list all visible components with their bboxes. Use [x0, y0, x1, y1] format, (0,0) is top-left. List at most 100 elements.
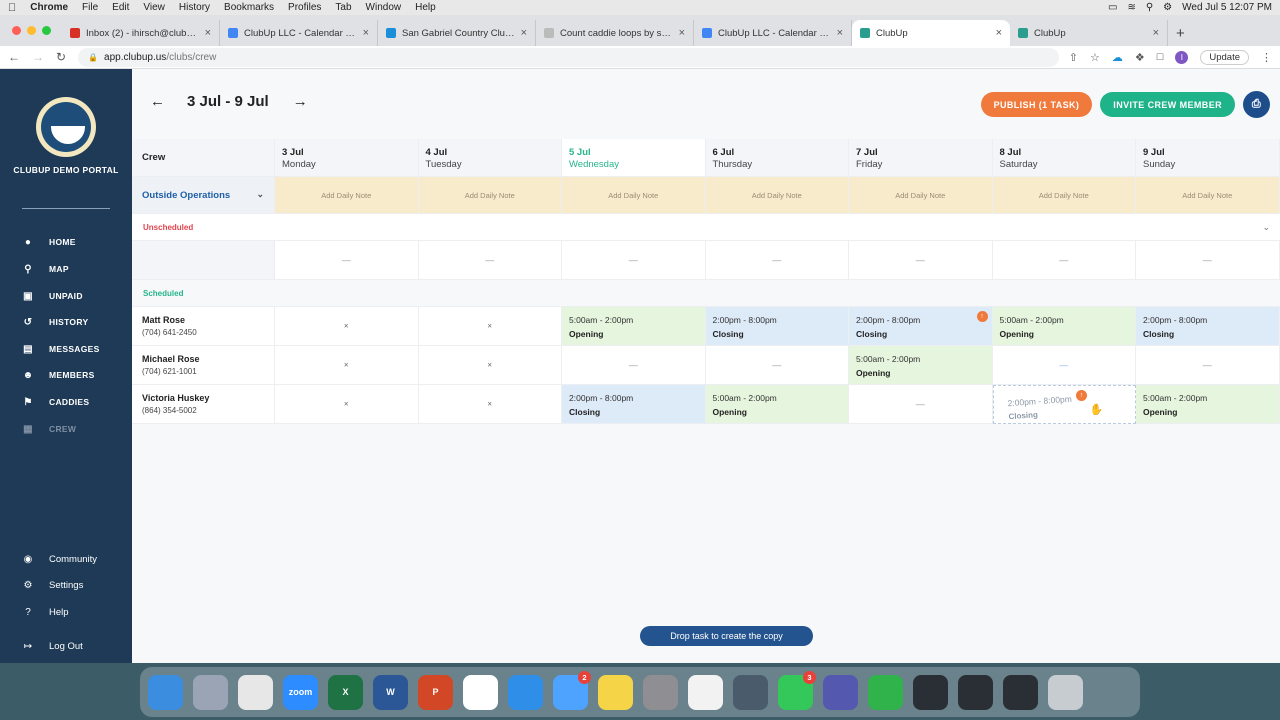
menu-edit[interactable]: Edit: [112, 2, 129, 13]
browser-tab-3[interactable]: San Gabriel Country Club | Acc ×: [378, 20, 536, 46]
battery-icon[interactable]: ▭: [1108, 2, 1117, 13]
slack-icon[interactable]: [463, 674, 498, 710]
menu-profiles[interactable]: Profiles: [288, 2, 321, 13]
publish-button[interactable]: PUBLISH (1 TASK): [980, 92, 1093, 117]
minimize-window-icon[interactable]: [27, 26, 36, 35]
shift-card-opening[interactable]: 5:00am - 2:00pm Opening: [849, 346, 993, 385]
sidebar-item-caddies[interactable]: ⚑ CADDIES: [22, 396, 89, 408]
sidebar-footer-help[interactable]: ? Help: [22, 607, 68, 618]
reminders-icon[interactable]: [688, 674, 723, 710]
extension-icon[interactable]: ☁: [1112, 51, 1123, 64]
add-daily-note-2[interactable]: Add Daily Note: [418, 177, 562, 214]
add-daily-note-7[interactable]: Add Daily Note: [1136, 177, 1280, 214]
shift-cell-off[interactable]: ×: [275, 385, 419, 424]
shift-card-closing[interactable]: 2:00pm - 8:00pm Closing: [705, 307, 849, 346]
menu-app-name[interactable]: Chrome: [30, 2, 68, 13]
sidebar-footer-log-out[interactable]: ↦ Log Out: [22, 641, 83, 652]
profile-avatar[interactable]: I: [1175, 50, 1189, 64]
sidebar-item-unpaid[interactable]: ▣ UNPAID: [22, 290, 83, 302]
chrome-icon[interactable]: [238, 674, 273, 710]
shift-card-closing[interactable]: 2:00pm - 8:00pm Closing: [1136, 307, 1280, 346]
chevron-down-icon[interactable]: ⌄: [256, 189, 264, 200]
finder-icon[interactable]: [148, 674, 183, 710]
spotlight-search-icon[interactable]: ⚲: [1146, 2, 1153, 13]
tab-close-icon[interactable]: ×: [363, 27, 369, 39]
safari-icon[interactable]: [508, 674, 543, 710]
menu-view[interactable]: View: [143, 2, 165, 13]
add-daily-note-6[interactable]: Add Daily Note: [992, 177, 1136, 214]
sidebar-item-home[interactable]: ● HOME: [22, 236, 76, 248]
sidebar-item-members[interactable]: ☻ MEMBERS: [22, 369, 95, 381]
browser-tab-6[interactable]: ClubUp ×: [852, 20, 1010, 46]
shift-cell-off[interactable]: ×: [418, 307, 562, 346]
shift-card-closing[interactable]: 2:00pm - 8:00pm Closing: [562, 385, 706, 424]
close-window-icon[interactable]: [12, 26, 21, 35]
reload-icon[interactable]: ↻: [56, 50, 66, 64]
zoom-icon[interactable]: zoom: [283, 674, 318, 710]
notes-icon[interactable]: [598, 674, 633, 710]
sidebar-item-history[interactable]: ↺ HISTORY: [22, 316, 88, 328]
word-icon[interactable]: W: [373, 674, 408, 710]
wifi-icon[interactable]: ≋: [1127, 2, 1135, 13]
share-icon[interactable]: ⇧: [1069, 51, 1078, 64]
chrome-update-button[interactable]: Update: [1200, 49, 1249, 65]
shift-cell-empty[interactable]: —: [849, 385, 993, 424]
unscheduled-cell-2[interactable]: —: [418, 241, 562, 280]
chevron-down-icon[interactable]: ⌄: [1262, 222, 1270, 233]
shift-cell-off[interactable]: ×: [418, 346, 562, 385]
apple-icon[interactable]: : [8, 2, 16, 14]
bookmark-star-icon[interactable]: ☆: [1090, 51, 1100, 64]
menu-tab[interactable]: Tab: [335, 2, 351, 13]
excel-icon[interactable]: X: [328, 674, 363, 710]
shift-cell-empty[interactable]: —: [992, 346, 1136, 385]
window-3-icon[interactable]: [1003, 674, 1038, 710]
crew-member-info[interactable]: Victoria Huskey (864) 354-5002: [132, 385, 275, 424]
powerpoint-icon[interactable]: P: [418, 674, 453, 710]
forward-arrow-icon[interactable]: →: [32, 50, 44, 64]
shift-card-closing[interactable]: 2:00pm - 8:00pm Closing ↑: [849, 307, 993, 346]
menu-window[interactable]: Window: [366, 2, 402, 13]
control-center-icon[interactable]: ⚙: [1163, 2, 1172, 13]
more-menu-icon[interactable]: ⋮: [1261, 51, 1272, 64]
prev-week-arrow-icon[interactable]: ←: [150, 93, 165, 110]
browser-tab-4[interactable]: Count caddie loops by service ×: [536, 20, 694, 46]
zoom-window-icon[interactable]: [42, 26, 51, 35]
quicktime-icon[interactable]: [733, 674, 768, 710]
mail-icon[interactable]: 2: [553, 670, 591, 710]
crew-member-info[interactable]: Matt Rose (704) 641-2450: [132, 307, 275, 346]
tab-close-icon[interactable]: ×: [521, 27, 527, 39]
unscheduled-cell-3[interactable]: —: [562, 241, 706, 280]
browser-tab-1[interactable]: Inbox (2) - ihirsch@clubup.com ×: [62, 20, 220, 46]
shift-card-opening[interactable]: 5:00am - 2:00pm Opening: [562, 307, 706, 346]
window-2-icon[interactable]: [958, 674, 993, 710]
address-bar[interactable]: 🔒 app.clubup.us/clubs/crew: [78, 47, 1059, 67]
unscheduled-cell-7[interactable]: —: [1136, 241, 1280, 280]
print-button[interactable]: ⎙: [1243, 91, 1270, 118]
tab-close-icon[interactable]: ×: [996, 27, 1002, 39]
browser-tab-5[interactable]: ClubUp LLC - Calendar - July 2 ×: [694, 20, 852, 46]
unscheduled-cell-5[interactable]: —: [849, 241, 993, 280]
trash-icon[interactable]: [1048, 674, 1083, 710]
menu-history[interactable]: History: [179, 2, 210, 13]
system-settings-icon[interactable]: [643, 674, 678, 710]
shift-card-opening[interactable]: 5:00am - 2:00pm Opening: [1136, 385, 1280, 424]
add-daily-note-5[interactable]: Add Daily Note: [849, 177, 993, 214]
sidepanel-icon[interactable]: □: [1157, 51, 1164, 63]
invite-crew-member-button[interactable]: INVITE CREW MEMBER: [1100, 92, 1235, 117]
sidebar-item-messages[interactable]: ▤ MESSAGES: [22, 343, 100, 355]
menu-bookmarks[interactable]: Bookmarks: [224, 2, 274, 13]
sidebar-footer-settings[interactable]: ⚙ Settings: [22, 580, 84, 591]
sidebar-footer-community[interactable]: ◉ Community: [22, 554, 97, 565]
dragged-shift-card[interactable]: 2:00pm - 8:00pm Closing: [1007, 394, 1073, 421]
menu-file[interactable]: File: [82, 2, 98, 13]
browser-tab-2[interactable]: ClubUp LLC - Calendar - July 2 ×: [220, 20, 378, 46]
shift-card-opening[interactable]: 5:00am - 2:00pm Opening: [992, 307, 1136, 346]
menubar-clock[interactable]: Wed Jul 5 12:07 PM: [1182, 2, 1272, 13]
add-daily-note-4[interactable]: Add Daily Note: [705, 177, 849, 214]
tab-close-icon[interactable]: ×: [679, 27, 685, 39]
browser-tab-7[interactable]: ClubUp ×: [1010, 20, 1168, 46]
shift-cell-empty[interactable]: —: [562, 346, 706, 385]
shift-cell-off[interactable]: ×: [418, 385, 562, 424]
sidebar-item-crew[interactable]: ▦ CREW: [22, 423, 76, 435]
window-1-icon[interactable]: [913, 674, 948, 710]
